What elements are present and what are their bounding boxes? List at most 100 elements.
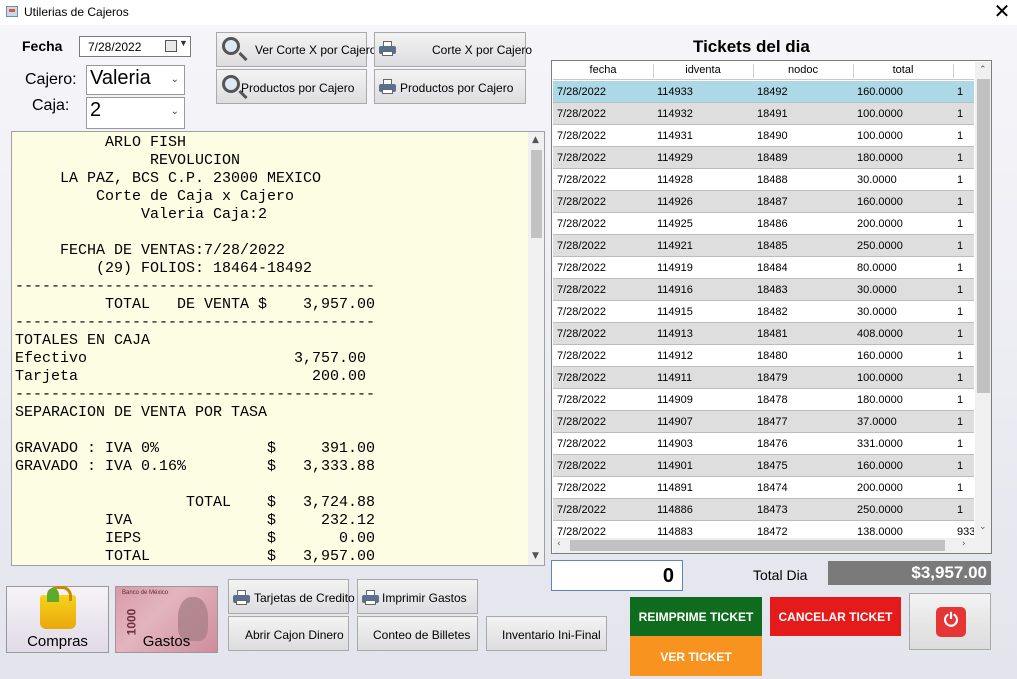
tarjetas-credito-button[interactable]: Tarjetas de Credito xyxy=(228,579,355,614)
table-row[interactable]: 7/28/2022 114919 18484 80.0000 1 xyxy=(553,257,974,279)
compras-label: Compras xyxy=(27,633,88,650)
abrir-cajon-label: Abrir Cajon Dinero xyxy=(245,628,344,642)
scroll-up-icon[interactable]: ▲ xyxy=(532,135,539,145)
table-row[interactable]: 7/28/2022 114907 18477 37.0000 1 xyxy=(553,411,974,433)
scroll-left-icon[interactable]: ‹ xyxy=(557,539,561,549)
table-row[interactable]: 7/28/2022 114921 18485 250.0000 1 xyxy=(553,235,974,257)
scroll-right-icon[interactable]: › xyxy=(962,539,966,549)
gastos-label: Gastos xyxy=(142,633,191,650)
table-cell: 37.0000 xyxy=(857,416,897,428)
table-cell: 160.0000 xyxy=(857,350,903,362)
caja-label: Caja: xyxy=(32,97,70,114)
table-cell: 18483 xyxy=(757,284,788,296)
table-row[interactable]: 7/28/2022 114929 18489 180.0000 1 xyxy=(553,147,974,169)
table-row[interactable]: 7/28/2022 114915 18482 30.0000 1 xyxy=(553,301,974,323)
table-row[interactable]: 7/28/2022 114912 18480 160.0000 1 xyxy=(553,345,974,367)
grid-hscroll-thumb[interactable] xyxy=(570,540,945,551)
table-row[interactable]: 7/28/2022 114903 18476 331.0000 1 xyxy=(553,433,974,455)
table-cell: 114912 xyxy=(657,350,693,362)
scroll-down-icon[interactable]: ⌄ xyxy=(979,522,987,532)
receipt-line: TOTAL $ 3,957.00 xyxy=(15,548,376,565)
cancelar-ticket-button[interactable]: CANCELAR TICKET xyxy=(770,597,901,636)
scroll-down-icon[interactable]: ▼ xyxy=(532,551,539,561)
table-row[interactable]: 7/28/2022 114909 18478 180.0000 1 xyxy=(553,389,974,411)
receipt-line: (29) FOLIOS: 18464-18492 xyxy=(15,260,313,277)
table-cell: 30.0000 xyxy=(857,306,897,318)
grid-vertical-scrollbar[interactable]: ⌃ ⌄ xyxy=(975,62,991,538)
ticket-number-input[interactable]: 0 xyxy=(551,560,683,591)
table-cell: 114903 xyxy=(657,438,693,450)
calendar-icon[interactable] xyxy=(165,40,177,52)
receipt-line: TOTAL $ 3,724.88 xyxy=(15,494,376,511)
col-header-fecha[interactable]: fecha xyxy=(553,64,653,76)
table-cell: 7/28/2022 xyxy=(557,504,606,516)
table-cell: 114932 xyxy=(657,108,693,120)
col-header-nodoc[interactable]: nodoc xyxy=(753,64,853,76)
col-header-idventa[interactable]: idventa xyxy=(653,64,753,76)
table-cell: 7/28/2022 xyxy=(557,482,606,494)
table-row[interactable]: 7/28/2022 114886 18473 250.0000 1 xyxy=(553,499,974,521)
exit-button[interactable]: ⏻ xyxy=(909,593,991,650)
table-cell: 7/28/2022 xyxy=(557,394,606,406)
table-row[interactable]: 7/28/2022 114932 18491 100.0000 1 xyxy=(553,103,974,125)
table-cell: 7/28/2022 xyxy=(557,438,606,450)
table-cell: 7/28/2022 xyxy=(557,152,606,164)
table-row[interactable]: 7/28/2022 114925 18486 200.0000 1 xyxy=(553,213,974,235)
table-row[interactable]: 7/28/2022 114933 18492 160.0000 1 xyxy=(553,81,974,103)
table-row[interactable]: 7/28/2022 114931 18490 100.0000 1 xyxy=(553,125,974,147)
imprimir-gastos-button[interactable]: Imprimir Gastos xyxy=(357,579,478,614)
table-cell: 7/28/2022 xyxy=(557,130,606,142)
table-cell: 100.0000 xyxy=(857,108,903,120)
tickets-grid[interactable]: fecha idventa nodoc total 7/28/2022 11493… xyxy=(551,60,992,554)
conteo-billetes-button[interactable]: Conteo de Billetes xyxy=(357,616,478,651)
table-cell: 1 xyxy=(957,372,964,384)
cajero-select[interactable]: Valeria ⌄ xyxy=(86,65,185,95)
table-cell: 180.0000 xyxy=(857,152,903,164)
abrir-cajon-button[interactable]: Abrir Cajon Dinero xyxy=(228,616,349,651)
table-row[interactable]: 7/28/2022 114901 18475 160.0000 1 xyxy=(553,455,974,477)
table-cell: 1 xyxy=(957,284,964,296)
grid-rows: 7/28/2022 114933 18492 160.0000 1 7/28/2022 11… xyxy=(553,81,974,543)
close-icon[interactable]: ✕ xyxy=(991,1,1013,23)
grid-scroll-thumb[interactable] xyxy=(977,79,990,393)
compras-button[interactable]: Compras xyxy=(6,586,109,653)
table-row[interactable]: 7/28/2022 114891 18474 200.0000 1 xyxy=(553,477,974,499)
table-cell: 1 xyxy=(957,86,964,98)
total-dia-label: Total Dia xyxy=(753,567,808,583)
table-row[interactable]: 7/28/2022 114926 18487 160.0000 1 xyxy=(553,191,974,213)
chevron-down-icon: ⌄ xyxy=(170,106,179,117)
ver-ticket-button[interactable]: VER TICKET xyxy=(630,636,762,676)
corte-x-print-button[interactable]: Corte X por Cajero xyxy=(374,32,532,67)
conteo-label: Conteo de Billetes xyxy=(373,628,471,642)
receipt-line xyxy=(15,422,375,440)
ver-corte-x-button[interactable]: Ver Corte X por Cajero xyxy=(216,32,376,67)
table-row[interactable]: 7/28/2022 114913 18481 408.0000 1 xyxy=(553,323,974,345)
scroll-up-icon[interactable]: ⌃ xyxy=(979,65,987,75)
grid-horizontal-scrollbar[interactable]: ‹ › xyxy=(553,538,975,553)
fecha-date-picker[interactable]: 7/28/2022 ▼ xyxy=(79,36,191,57)
table-cell: 7/28/2022 xyxy=(557,306,606,318)
table-cell: 18482 xyxy=(757,306,788,318)
table-row[interactable]: 7/28/2022 114928 18488 30.0000 1 xyxy=(553,169,974,191)
power-icon: ⏻ xyxy=(936,607,966,637)
table-cell: 1 xyxy=(957,218,964,230)
caja-select[interactable]: 2 ⌄ xyxy=(86,97,185,129)
chevron-down-icon[interactable]: ▼ xyxy=(179,38,188,48)
receipt-textbox[interactable]: ARLO FISH REVOLUCION LA PAZ, BCS C.P. 23… xyxy=(11,131,545,566)
productos-ver-button[interactable]: Productos por Cajero xyxy=(216,69,367,104)
reimprime-ticket-button[interactable]: REIMPRIME TICKET xyxy=(630,597,762,636)
table-cell: 114915 xyxy=(657,306,693,318)
table-cell: 114901 xyxy=(657,460,693,472)
table-row[interactable]: 7/28/2022 114911 18479 100.0000 1 xyxy=(553,367,974,389)
productos-print-button[interactable]: Productos por Cajero xyxy=(374,69,526,104)
table-cell: 18472 xyxy=(757,526,788,538)
gastos-button[interactable]: Banco de México 1000 Gastos xyxy=(115,586,218,653)
receipt-scroll-thumb[interactable] xyxy=(531,150,542,238)
table-cell: 114933 xyxy=(657,86,693,98)
inventario-button[interactable]: Inventario Ini-Final xyxy=(486,616,607,651)
receipt-scrollbar[interactable]: ▲ ▼ xyxy=(528,132,544,565)
table-row[interactable]: 7/28/2022 114916 18483 30.0000 1 xyxy=(553,279,974,301)
table-cell: 1 xyxy=(957,196,964,208)
col-header-total[interactable]: total xyxy=(853,64,953,76)
table-cell: 18481 xyxy=(757,328,788,340)
